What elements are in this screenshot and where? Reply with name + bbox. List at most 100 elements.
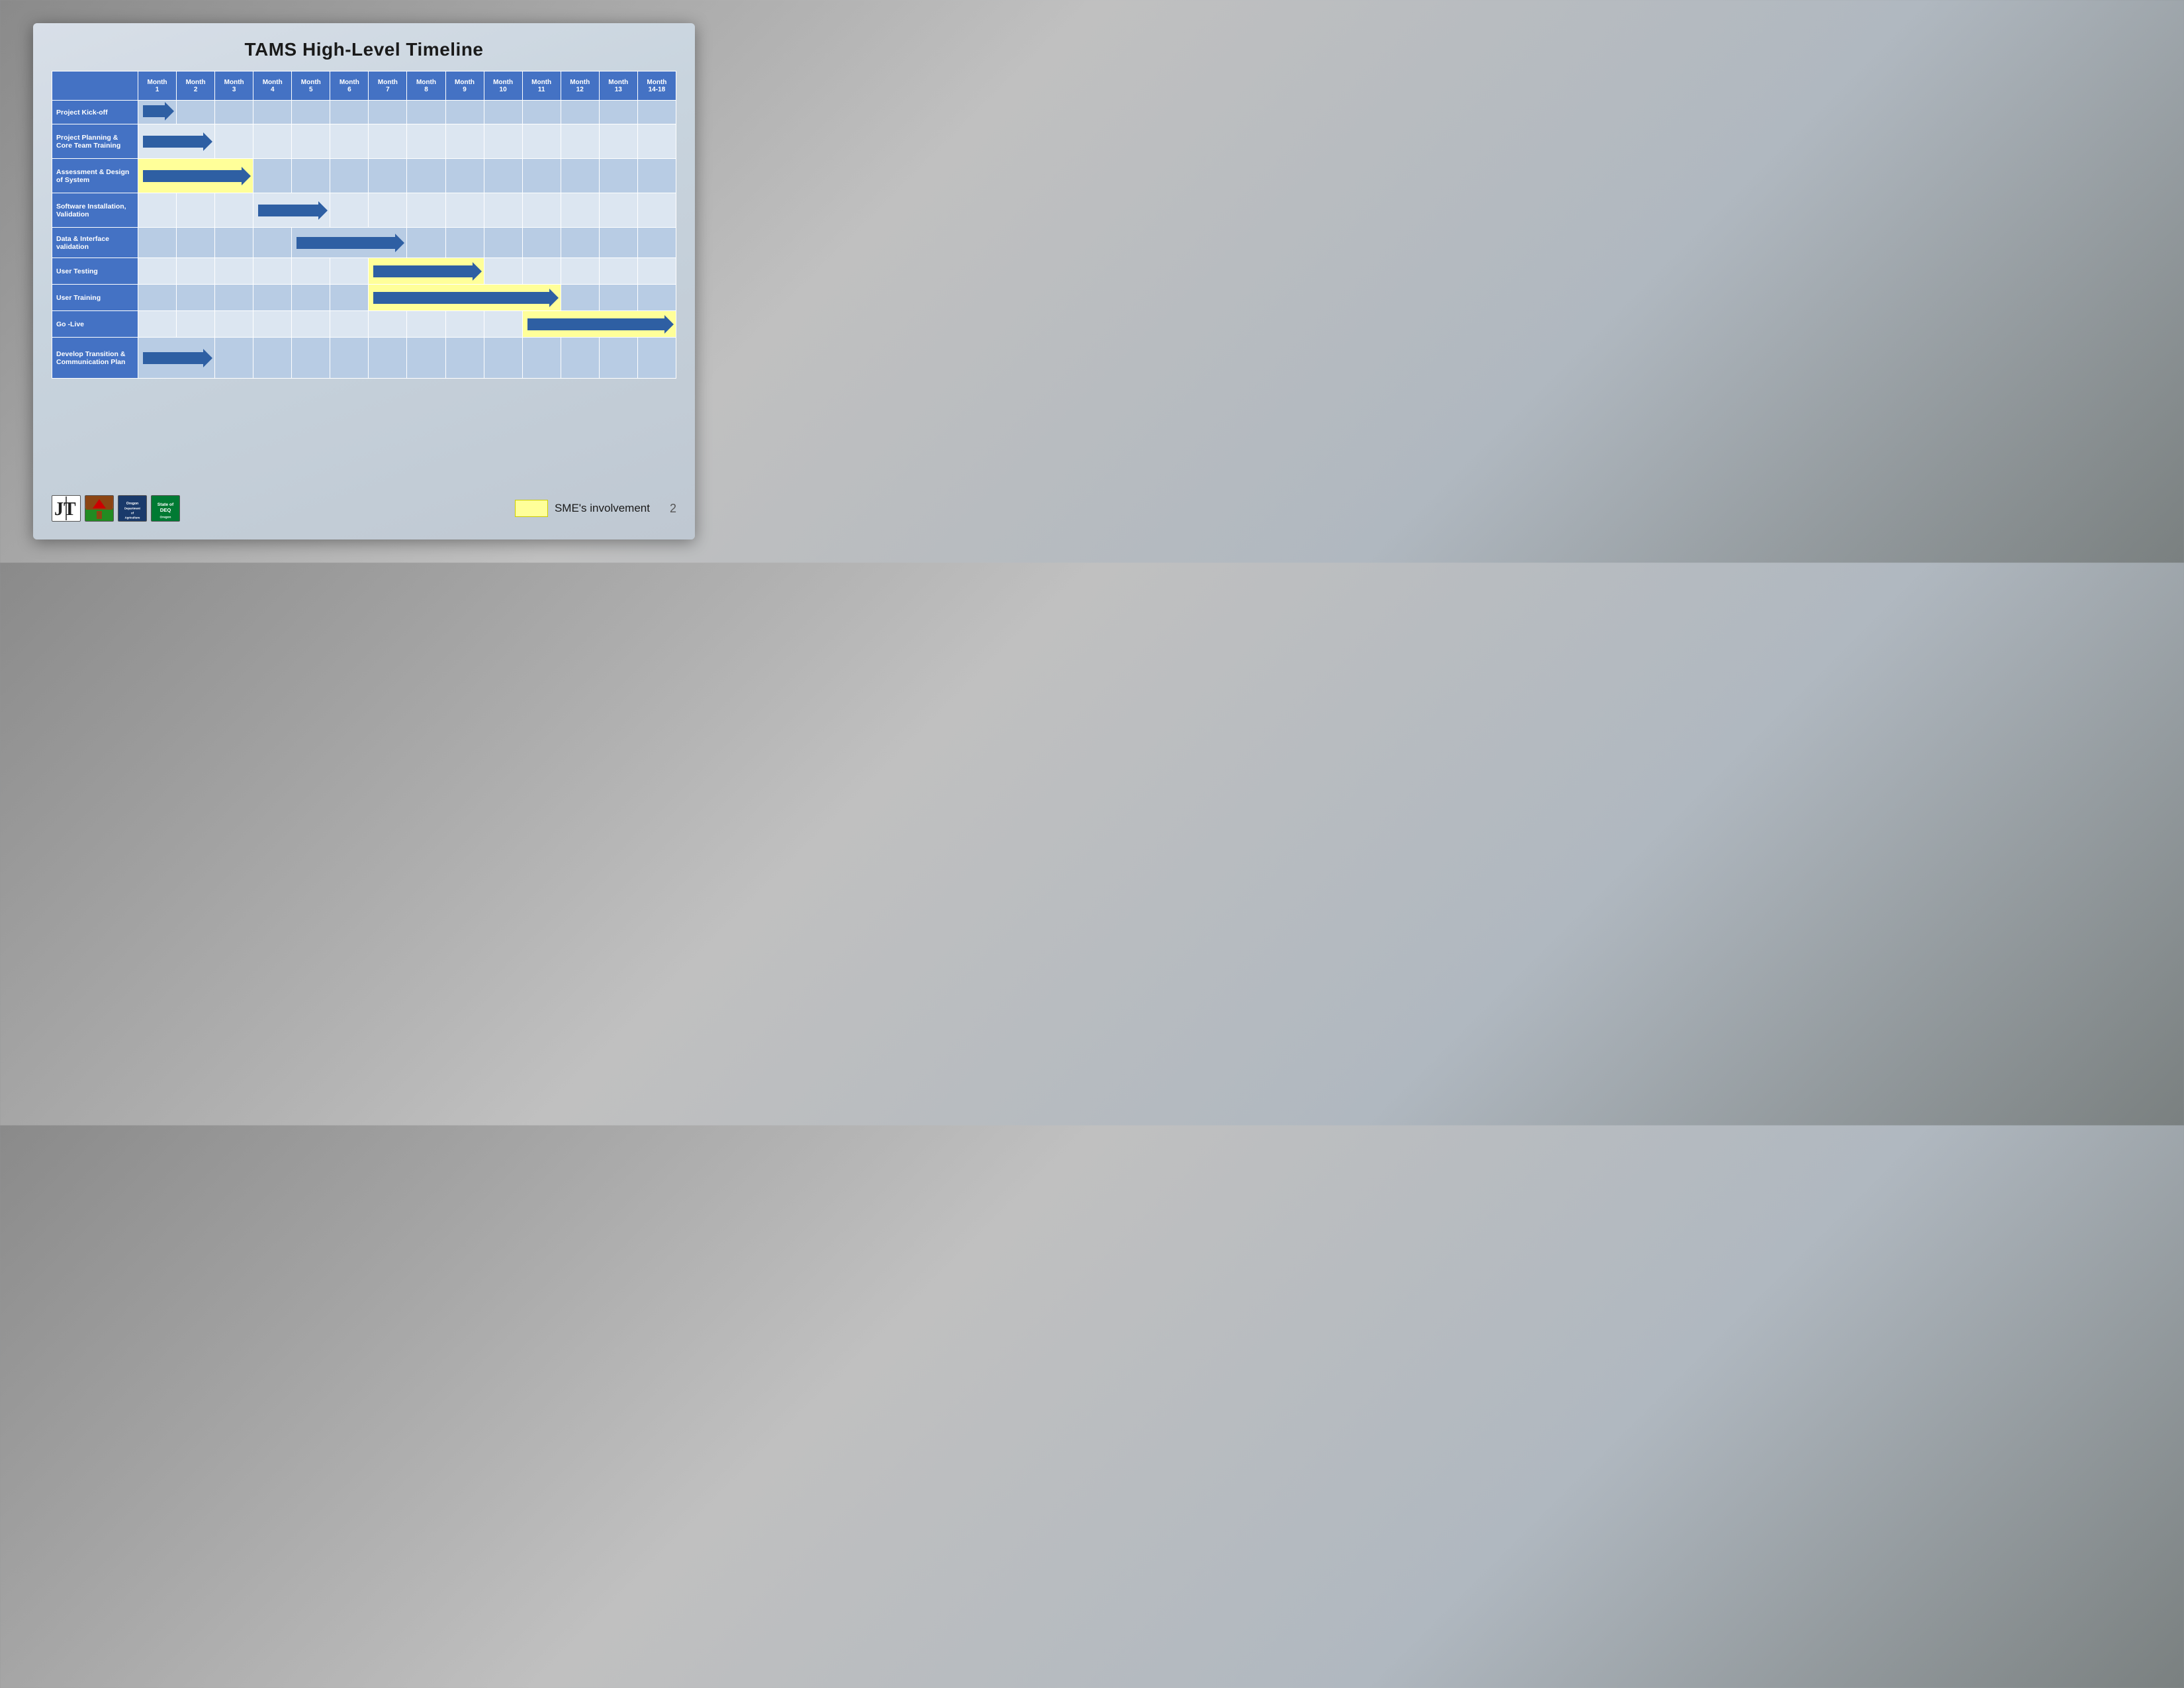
logo-farm	[85, 495, 114, 522]
month-13-header: Month13	[599, 71, 637, 101]
software-m6	[330, 193, 369, 228]
kickoff-arrow-cell	[138, 101, 177, 124]
training-m12	[561, 285, 599, 311]
arrow-body	[296, 237, 395, 249]
kickoff-m3	[215, 101, 253, 124]
month-8-header: Month8	[407, 71, 445, 101]
transition-m9	[445, 338, 484, 379]
kickoff-m7	[369, 101, 407, 124]
testing-m13	[599, 258, 637, 285]
month-4-header: Month4	[253, 71, 292, 101]
transition-m5	[292, 338, 330, 379]
training-m2	[177, 285, 215, 311]
month-11-header: Month11	[522, 71, 561, 101]
svg-text:Oregon: Oregon	[126, 502, 138, 506]
data-arrow	[294, 233, 404, 253]
arrow-body	[527, 318, 664, 330]
arrow-body	[143, 136, 203, 148]
software-m14	[637, 193, 676, 228]
task-assessment-label: Assessment & Design of System	[52, 159, 138, 193]
golive-m4	[253, 311, 292, 338]
data-m1	[138, 228, 177, 258]
training-arrow-cell	[369, 285, 561, 311]
month-9-header: Month9	[445, 71, 484, 101]
kickoff-m5	[292, 101, 330, 124]
assessment-m14	[637, 159, 676, 193]
golive-m5	[292, 311, 330, 338]
slide: TAMS High-Level Timeline Month1 Month2 M…	[33, 23, 695, 539]
golive-m3	[215, 311, 253, 338]
footer: JT Oregon Department of Agricu	[52, 491, 676, 526]
transition-arrow-cell	[138, 338, 215, 379]
planning-m8	[407, 124, 445, 159]
row-transition: Develop Transition & Communication Plan	[52, 338, 676, 379]
planning-m4	[253, 124, 292, 159]
assessment-m10	[484, 159, 522, 193]
software-m1	[138, 193, 177, 228]
testing-arrow	[371, 261, 481, 281]
transition-m10	[484, 338, 522, 379]
page-number: 2	[670, 502, 676, 516]
arrow-head	[318, 201, 328, 220]
row-planning: Project Planning & Core Team Training	[52, 124, 676, 159]
logo-jt: JT	[52, 495, 81, 522]
data-m14	[637, 228, 676, 258]
software-m2	[177, 193, 215, 228]
row-assessment: Assessment & Design of System	[52, 159, 676, 193]
row-software: Software Installation, Validation	[52, 193, 676, 228]
planning-arrow	[140, 132, 212, 152]
training-m13	[599, 285, 637, 311]
assessment-arrow	[140, 166, 251, 186]
transition-m3	[215, 338, 253, 379]
planning-m7	[369, 124, 407, 159]
testing-m14	[637, 258, 676, 285]
planning-m10	[484, 124, 522, 159]
arrow-body	[143, 170, 242, 182]
software-m9	[445, 193, 484, 228]
row-data: Data & Interface validation	[52, 228, 676, 258]
planning-m3	[215, 124, 253, 159]
oregon-logo-svg: Oregon Department of Agriculture	[120, 495, 145, 522]
arrow-head	[395, 234, 404, 252]
kickoff-m6	[330, 101, 369, 124]
testing-m1	[138, 258, 177, 285]
software-m3	[215, 193, 253, 228]
planning-m14	[637, 124, 676, 159]
transition-m13	[599, 338, 637, 379]
kickoff-m2	[177, 101, 215, 124]
training-m6	[330, 285, 369, 311]
data-m2	[177, 228, 215, 258]
training-m4	[253, 285, 292, 311]
deq-logo-svg: State of DEQ Oregon	[152, 495, 179, 522]
svg-text:DEQ: DEQ	[160, 507, 171, 513]
golive-arrow-cell	[522, 311, 676, 338]
arrow-head	[664, 315, 674, 334]
row-testing: User Testing	[52, 258, 676, 285]
testing-m11	[522, 258, 561, 285]
assessment-m4	[253, 159, 292, 193]
gantt-table: Month1 Month2 Month3 Month4 Month5 Month…	[52, 71, 676, 379]
golive-m10	[484, 311, 522, 338]
testing-m6	[330, 258, 369, 285]
training-arrow	[371, 288, 558, 308]
planning-m9	[445, 124, 484, 159]
svg-text:Oregon: Oregon	[160, 515, 171, 519]
arrow-head	[549, 289, 559, 307]
testing-m5	[292, 258, 330, 285]
row-golive: Go -Live	[52, 311, 676, 338]
data-arrow-cell	[292, 228, 407, 258]
logo-group: JT Oregon Department of Agricu	[52, 495, 180, 522]
planning-m5	[292, 124, 330, 159]
svg-text:of: of	[131, 512, 134, 515]
month-6-header: Month6	[330, 71, 369, 101]
legend: SME's involvement 2	[515, 500, 676, 517]
transition-m6	[330, 338, 369, 379]
task-kickoff-label: Project Kick-off	[52, 101, 138, 124]
arrow-head	[242, 167, 251, 185]
assessment-m6	[330, 159, 369, 193]
data-m8	[407, 228, 445, 258]
arrow-body	[143, 105, 165, 117]
arrow-body	[258, 205, 318, 216]
testing-m2	[177, 258, 215, 285]
software-m12	[561, 193, 599, 228]
